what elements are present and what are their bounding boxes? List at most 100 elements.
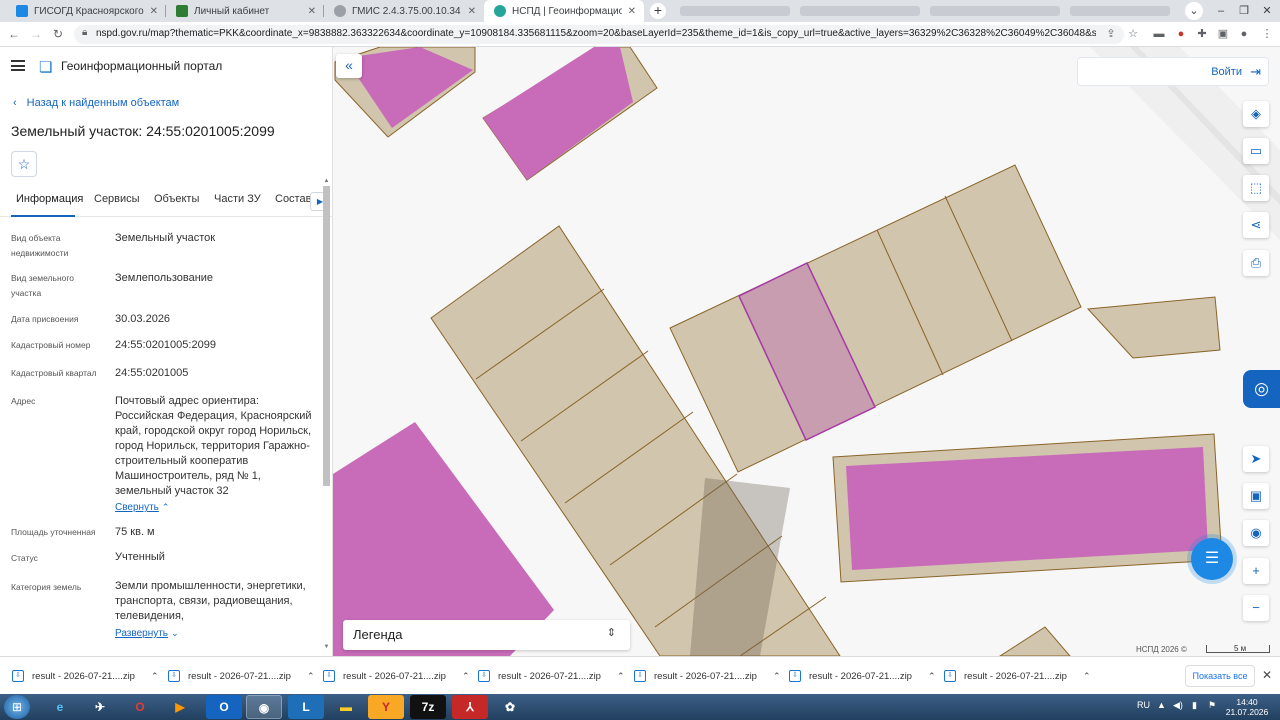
url-text[interactable]: nspd.gov.ru/map?thematic=PKK&coordinate_…	[96, 28, 1096, 39]
ruler-icon[interactable]: ▭	[1243, 138, 1269, 164]
close-tab-icon[interactable]: ✕	[468, 6, 476, 17]
scroll-thumb[interactable]	[323, 186, 330, 486]
profile-icon[interactable]: ●	[1237, 27, 1251, 41]
chrome-icon[interactable]: ◉	[246, 695, 282, 719]
tab-information[interactable]: Информация	[16, 193, 83, 205]
locate-icon[interactable]: ◉	[1243, 520, 1269, 546]
browser-tab-nspd[interactable]: НСПД | Геоинформационный п ✕	[484, 0, 644, 22]
bookmark-star-icon[interactable]: ☆	[1126, 27, 1140, 41]
browser-tab-cabinet[interactable]: Личный кабинет ✕	[166, 0, 324, 22]
chevron-up-icon[interactable]: ⌃	[773, 671, 781, 682]
login-icon[interactable]: ⇥	[1250, 64, 1261, 80]
background-tab[interactable]	[930, 6, 1060, 16]
building[interactable]	[846, 447, 1208, 570]
background-tab[interactable]	[800, 6, 920, 16]
expand-collapse-icon[interactable]: ⇕	[607, 626, 616, 639]
panel-scrollbar[interactable]: ▲ ▼	[322, 178, 331, 650]
share-icon[interactable]: ⋖	[1243, 212, 1269, 238]
back-icon[interactable]: ←	[6, 26, 22, 42]
tray-arrow-icon[interactable]: ▲	[1157, 700, 1166, 710]
favorite-star-button[interactable]: ☆	[11, 151, 37, 177]
close-tab-icon[interactable]: ✕	[308, 6, 316, 17]
app-icon[interactable]: L	[288, 695, 324, 719]
minimize-icon[interactable]: –	[1212, 2, 1230, 20]
area-select-icon[interactable]: ⬚	[1243, 175, 1269, 201]
chevron-up-icon[interactable]: ⌃	[151, 671, 159, 682]
legend-dropdown[interactable]: Легенда ⇕	[343, 620, 630, 650]
background-tab[interactable]	[680, 6, 790, 16]
zoom-out-button[interactable]: −	[1243, 595, 1269, 621]
tab-composition[interactable]: Состав	[275, 193, 311, 205]
expand-category-link[interactable]: Развернуть ⌄	[115, 626, 315, 641]
chevron-up-icon[interactable]: ⌃	[1083, 671, 1091, 682]
volume-icon[interactable]: ◀)	[1173, 700, 1183, 711]
collapse-address-link[interactable]: Свернуть ⌃	[115, 500, 315, 515]
chevron-up-icon[interactable]: ⌃	[307, 671, 315, 682]
clock[interactable]: 14:40 21.07.2026	[1222, 697, 1272, 717]
7zip-icon[interactable]: 7z	[410, 695, 446, 719]
tab-services[interactable]: Сервисы	[94, 193, 140, 205]
chevron-up-icon[interactable]: ⌃	[462, 671, 470, 682]
maximize-icon[interactable]: ❐	[1235, 2, 1253, 20]
outlook-icon[interactable]: O	[206, 695, 242, 719]
app-icon[interactable]: ✿	[492, 695, 528, 719]
browser-tab-gmis[interactable]: ГМИС 2.4.3.75.00.10.34 ✕	[324, 0, 484, 22]
login-label[interactable]: Войти	[1211, 66, 1242, 78]
share-icon[interactable]: ⇪	[1104, 27, 1118, 41]
new-tab-button[interactable]: +	[650, 3, 666, 19]
extension-icon[interactable]: ●	[1174, 27, 1188, 41]
scroll-up-icon[interactable]: ▲	[322, 178, 331, 186]
navigate-icon[interactable]: ➤	[1243, 446, 1269, 472]
collapse-panel-button[interactable]: «	[336, 54, 362, 78]
show-all-downloads-button[interactable]: Показать все	[1185, 665, 1255, 687]
sidepanel-icon[interactable]: ▣	[1216, 27, 1230, 41]
layers-icon[interactable]: ◈	[1243, 101, 1269, 127]
start-button[interactable]: ⊞	[4, 695, 30, 719]
app-icon[interactable]: ✈	[82, 695, 118, 719]
tab-search-icon[interactable]: ⌄	[1185, 2, 1203, 20]
map-canvas[interactable]	[333, 47, 1280, 656]
back-to-results-link[interactable]: ‹ Назад к найденным объектам	[13, 97, 179, 109]
address-bar[interactable]: 🔒︎ nspd.gov.ru/map?thematic=PKK&coordina…	[74, 25, 1124, 44]
download-item[interactable]: ⇩ result - 2026-07-21....zip ⌃	[478, 665, 625, 687]
download-item[interactable]: ⇩ result - 2026-07-21....zip ⌃	[634, 665, 781, 687]
background-tab[interactable]	[1070, 6, 1170, 16]
yandex-browser-icon[interactable]: Y	[368, 695, 404, 719]
legend-label[interactable]: Легенда	[353, 627, 402, 642]
file-explorer-icon[interactable]: ▬	[328, 695, 364, 719]
close-tab-icon[interactable]: ✕	[628, 6, 636, 17]
reload-icon[interactable]: ↻	[50, 26, 66, 42]
basemap-icon[interactable]: ▣	[1243, 483, 1269, 509]
lock-icon[interactable]: 🔒︎	[82, 27, 87, 38]
close-window-icon[interactable]: ✕	[1258, 2, 1276, 20]
help-widget-icon[interactable]: ◎	[1243, 370, 1280, 408]
chat-icon[interactable]: ☰	[1191, 538, 1233, 580]
login-button[interactable]: Войти ⇥	[1077, 57, 1269, 86]
forward-icon[interactable]: →	[28, 26, 44, 42]
language-indicator[interactable]: RU	[1137, 700, 1150, 710]
chevron-up-icon[interactable]: ⌃	[617, 671, 625, 682]
opera-icon[interactable]: O	[122, 695, 158, 719]
download-item[interactable]: ⇩ result - 2026-07-21....zip ⌃	[944, 665, 1091, 687]
flag-icon[interactable]: ⚑	[1208, 700, 1216, 711]
extensions-puzzle-icon[interactable]: ✚	[1195, 27, 1209, 41]
tab-parts[interactable]: Части ЗУ	[214, 193, 261, 205]
browser-tab-gisogd[interactable]: ГИСОГД Красноярского края ✕	[6, 0, 166, 22]
internet-explorer-icon[interactable]: e	[42, 695, 78, 719]
download-item[interactable]: ⇩ result - 2026-07-21....zip ⌃	[12, 665, 159, 687]
chevron-up-icon[interactable]: ⌃	[928, 671, 936, 682]
menu-icon[interactable]	[11, 60, 25, 71]
extension-icon[interactable]: ▬	[1152, 27, 1166, 41]
close-downloads-icon[interactable]: ✕	[1262, 668, 1272, 682]
pdf-reader-icon[interactable]: ⅄	[452, 695, 488, 719]
download-item[interactable]: ⇩ result - 2026-07-21....zip ⌃	[168, 665, 315, 687]
media-player-icon[interactable]: ▶	[162, 695, 198, 719]
print-icon[interactable]: ⎙	[1243, 250, 1269, 276]
scroll-down-icon[interactable]: ▼	[322, 644, 331, 652]
close-tab-icon[interactable]: ✕	[150, 6, 158, 17]
map-layer[interactable]	[333, 47, 1280, 656]
network-icon[interactable]: ▮	[1192, 700, 1197, 711]
download-item[interactable]: ⇩ result - 2026-07-21....zip ⌃	[323, 665, 470, 687]
menu-icon[interactable]: ⋮	[1260, 27, 1274, 41]
download-item[interactable]: ⇩ result - 2026-07-21....zip ⌃	[789, 665, 936, 687]
